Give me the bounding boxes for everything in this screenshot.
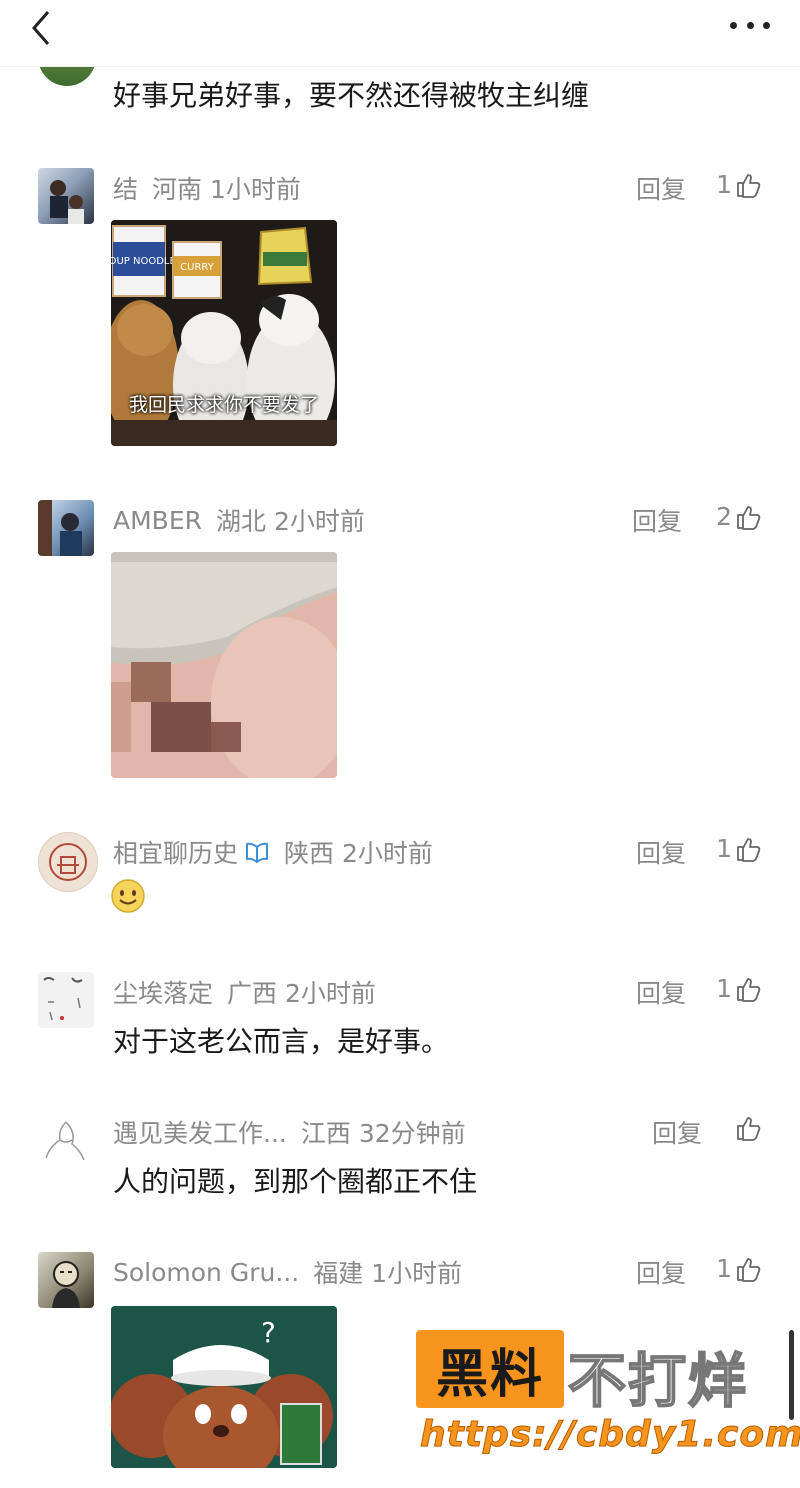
comment-item: 结 河南 1小时前 回复 1 SOUP NOODLE C (0, 168, 800, 458)
like-count: 1 (716, 974, 732, 1003)
thumbs-up-icon (737, 1257, 761, 1282)
watermark-white-text: 不打烊 (567, 1346, 749, 1416)
cup-label-curry: CURRY (180, 262, 215, 273)
like-count: 1 (716, 834, 732, 863)
avatar[interactable] (38, 1252, 94, 1308)
username[interactable]: Solomon Gru... (113, 1258, 299, 1287)
timestamp: 1小时前 (210, 175, 301, 204)
reply-button[interactable]: 回复 (636, 974, 686, 1010)
avatar[interactable] (38, 168, 94, 224)
username-wrap[interactable]: 相宜聊历史 (113, 834, 270, 870)
username[interactable]: 遇见美发工作... (113, 1114, 287, 1150)
avatar[interactable] (38, 972, 94, 1028)
scrollbar[interactable] (789, 1330, 794, 1420)
smile-emoji-icon (110, 878, 146, 914)
like-count: 1 (716, 1254, 732, 1283)
location: 河南 (152, 175, 203, 204)
watermark-black-text: 黑料 (435, 1344, 544, 1405)
timestamp: 2小时前 (285, 979, 376, 1008)
question-mark: ? (261, 1316, 276, 1349)
thumbs-up-icon (737, 173, 761, 198)
comment-item: 遇见美发工作... 江西 32分钟前 回复 人的问题，到那个圈都正不住 (0, 1112, 800, 1212)
location: 福建 (313, 1259, 364, 1288)
like-button[interactable]: 1 (716, 974, 762, 1003)
timestamp: 1小时前 (371, 1259, 463, 1288)
location: 广西 (227, 979, 278, 1008)
back-button[interactable] (26, 8, 62, 48)
reply-button[interactable]: 回复 (652, 1114, 702, 1150)
comment-meta: 遇见美发工作... 江西 32分钟前 (113, 1114, 466, 1150)
location: 江西 (300, 1119, 351, 1148)
thumbs-up-icon (737, 977, 761, 1002)
comment-item: 好事兄弟好事，要不然还得被牧主纠缠 (0, 46, 800, 136)
location: 湖北 (216, 507, 267, 536)
username[interactable]: 尘埃落定 (113, 974, 213, 1010)
verified-badge-icon (246, 842, 269, 863)
like-button[interactable] (732, 1114, 762, 1142)
thumbs-up-icon (737, 505, 761, 530)
comment-image[interactable]: SOUP NOODLE CURRY 我回民求求你不要发了 (111, 220, 337, 446)
like-button[interactable]: 1 (716, 170, 762, 199)
thumbs-up-icon (737, 1117, 761, 1141)
more-dot (763, 21, 770, 29)
comment-meta: 结 河南 1小时前 (113, 170, 301, 206)
comment-item: 相宜聊历史 陕西 2小时前 回复 1 (0, 832, 800, 932)
comment-text: 人的问题，到那个圈都正不住 (113, 1165, 478, 1198)
reply-button[interactable]: 回复 (632, 502, 682, 538)
watermark-url: https://cbdy1.com (420, 1414, 800, 1456)
avatar[interactable] (38, 1112, 94, 1168)
comment-text: 好事兄弟好事，要不然还得被牧主纠缠 (113, 79, 590, 112)
location: 陕西 (284, 839, 335, 868)
watermark-badge: 黑料 (416, 1330, 564, 1408)
comment-item: 尘埃落定 广西 2小时前 回复 1 对于这老公而言，是好事。 (0, 972, 800, 1072)
reply-button[interactable]: 回复 (636, 1254, 686, 1290)
like-button[interactable]: 1 (716, 1254, 762, 1283)
username[interactable]: AMBER (113, 506, 202, 535)
comment-meta: 尘埃落定 广西 2小时前 (113, 974, 376, 1010)
username[interactable]: 结 (113, 170, 138, 206)
thumbs-up-icon (737, 837, 761, 862)
like-button[interactable]: 1 (716, 834, 762, 863)
watermark: 黑料 不打烊 https://cbdy1.com (416, 1330, 800, 1460)
comment-meta: 相宜聊历史 陕西 2小时前 (113, 834, 433, 870)
cup-label-soup: SOUP NOODLE (111, 256, 176, 267)
comment-image[interactable]: ? (111, 1306, 337, 1468)
more-button[interactable] (730, 10, 770, 40)
comment-image[interactable] (111, 552, 337, 778)
reply-button[interactable]: 回复 (636, 170, 686, 206)
more-dot (746, 21, 754, 29)
comment-item: AMBER 湖北 2小时前 回复 2 (0, 500, 800, 790)
more-dots-icon (730, 21, 737, 29)
reply-button[interactable]: 回复 (636, 834, 686, 870)
timestamp: 2小时前 (274, 507, 365, 536)
timestamp: 2小时前 (342, 839, 433, 868)
comment-meta: AMBER 湖北 2小时前 (113, 502, 365, 538)
username[interactable]: 相宜聊历史 (113, 834, 238, 870)
top-bar (0, 0, 800, 67)
comment-meta: Solomon Gru... 福建 1小时前 (113, 1254, 462, 1290)
avatar[interactable] (38, 500, 94, 556)
like-button[interactable]: 2 (716, 502, 762, 531)
image-caption: 我回民求求你不要发了 (128, 394, 319, 416)
like-count: 1 (716, 170, 732, 199)
comment-text: 对于这老公而言，是好事。 (113, 1025, 450, 1058)
avatar[interactable] (38, 832, 98, 892)
like-count: 2 (716, 502, 732, 531)
chevron-left-icon (32, 11, 50, 45)
timestamp: 32分钟前 (358, 1119, 466, 1148)
